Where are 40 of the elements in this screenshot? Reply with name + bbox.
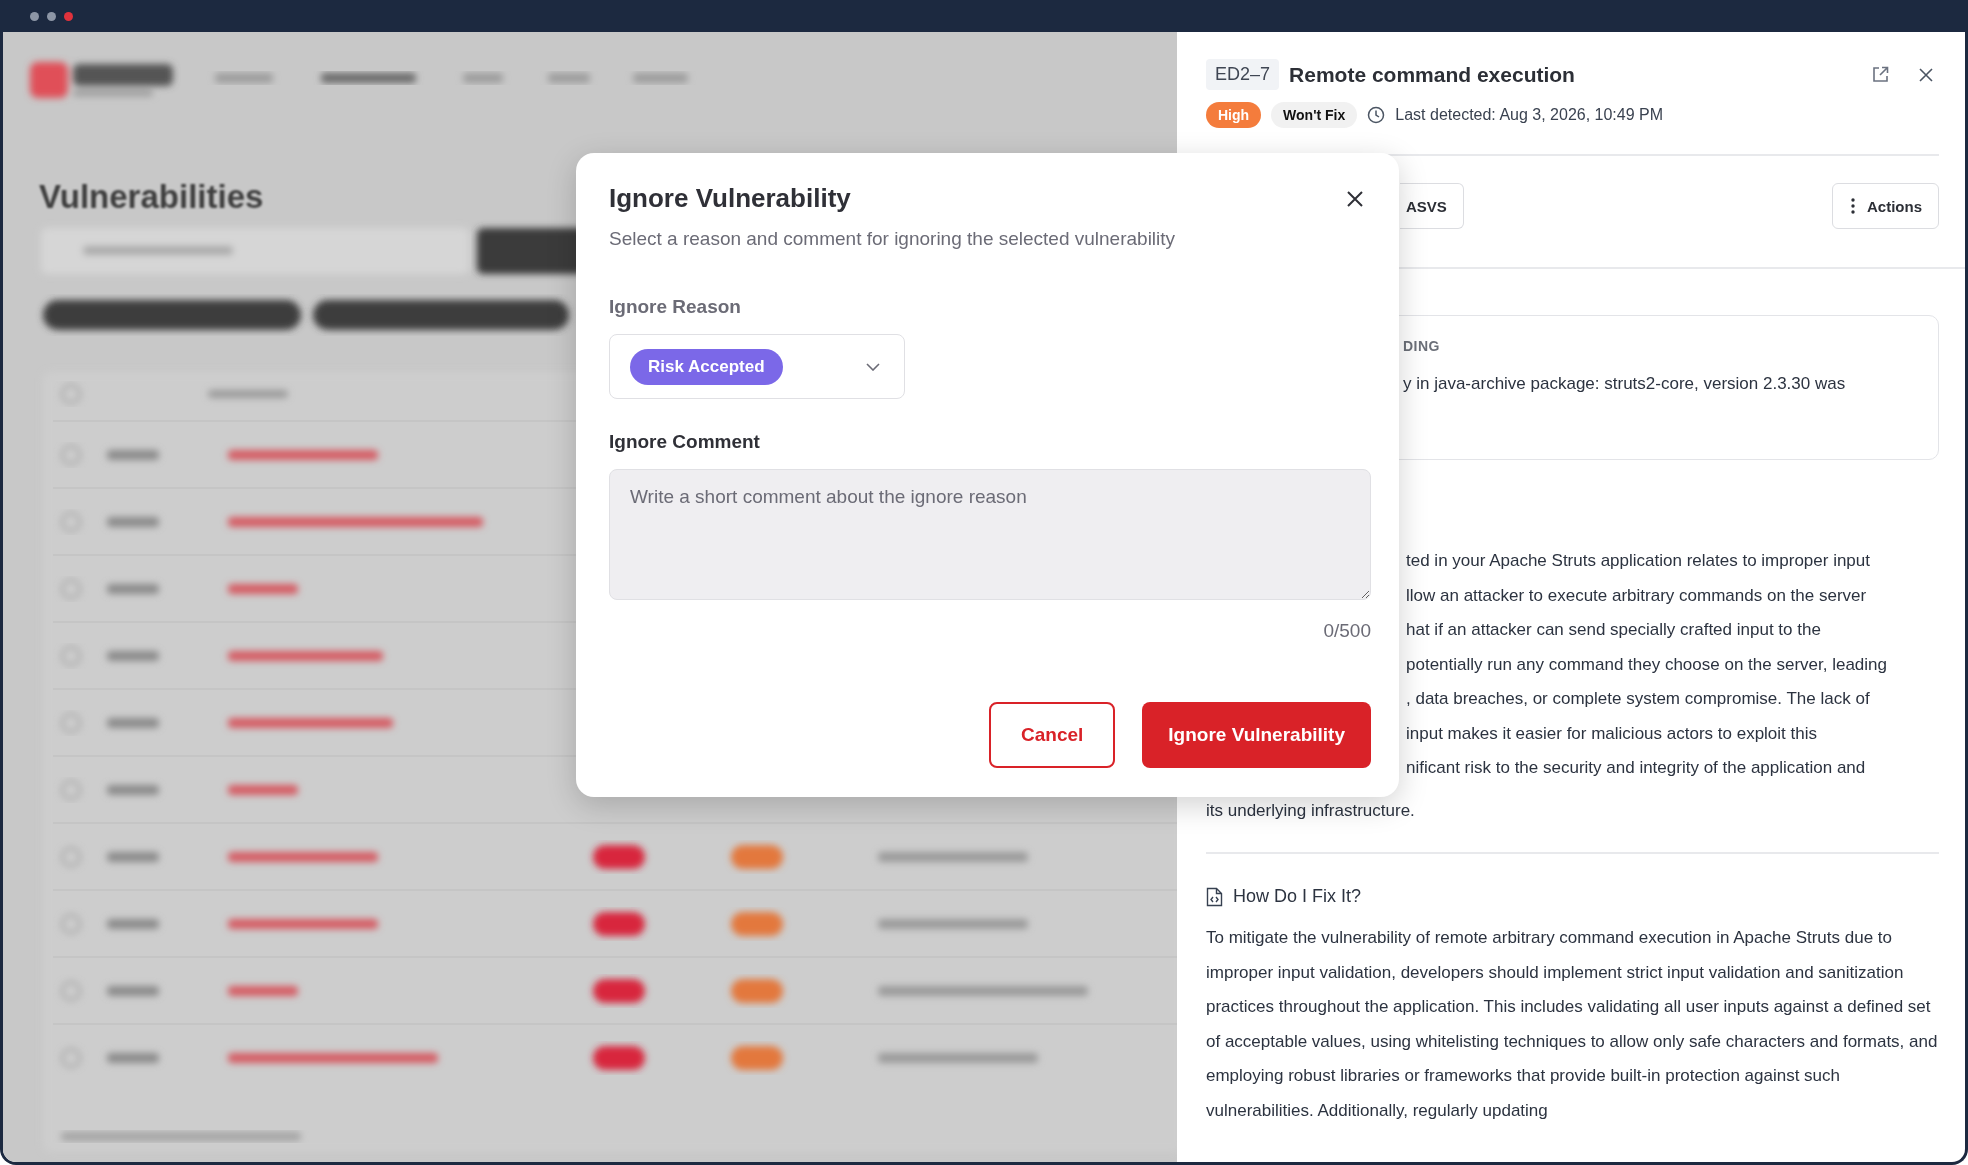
kebab-icon [1851, 198, 1855, 214]
field-label: Ignore Comment [609, 431, 761, 453]
finding-label: DING [1403, 338, 1441, 354]
description-line: input makes it easier for malicious actors to exploit this [1406, 722, 1817, 745]
fix-paragraph: To mitigate the vulnerability of remote arbitrary command execution in Apache Struts due to improper input validation, developers should implement strict input validation and sanitization practices throughout the application. This includes validating all user inputs against a defined set of acceptable values, using whitelisting techniques to allow only safe characters and formats, and employing robust libraries or frameworks that provide built-in protection against such vulnerabilities. Additionally, regularly updating [1206, 927, 1939, 1122]
page-title: Vulnerabilities [39, 178, 264, 216]
code-file-icon [1206, 886, 1223, 907]
close-icon[interactable] [1919, 67, 1933, 82]
external-link-icon[interactable] [1872, 66, 1889, 83]
description-line: its underlying infrastructure. [1206, 799, 1415, 822]
dialog-title: Ignore Vulnerability [609, 183, 851, 214]
status-badge: Won't Fix [1271, 102, 1358, 128]
description-line: , data breaches, or complete system compromise. The lack of [1406, 688, 1870, 710]
actions-button[interactable]: Actions [1832, 183, 1939, 229]
window-dot[interactable] [30, 11, 39, 21]
ignore-button[interactable]: Ignore Vulnerability [1142, 702, 1371, 768]
issue-id: ED2–7 [1206, 59, 1280, 90]
chevron-down-icon [866, 362, 880, 371]
description-line: potentially run any command they choose on the server, leading [1406, 653, 1887, 676]
finding-text: y in java-archive package: struts2-core, version 2.3.30 was [1403, 374, 1847, 394]
fix-heading: How Do I Fix It? [1233, 886, 1362, 907]
severity-badge: High [1206, 102, 1262, 128]
reason-chip: Risk Accepted [630, 348, 783, 385]
cancel-button[interactable]: Cancel [989, 702, 1116, 768]
clock-icon [1367, 106, 1386, 124]
close-icon[interactable] [1347, 190, 1363, 207]
asvs-tab[interactable]: ASVS [1400, 183, 1464, 229]
dialog-subtitle: Select a reason and comment for ignoring the selected vulnerability [609, 228, 1177, 250]
last-detected: Last detected: Aug 3, 2026, 10:49 PM [1395, 106, 1664, 124]
field-label: Ignore Reason [609, 296, 742, 318]
panel-title: Remote command execution [1289, 62, 1575, 87]
window-dot[interactable] [64, 11, 73, 21]
description-line: ted in your Apache Struts application relates to improper input [1406, 550, 1870, 572]
character-counter: 0/500 [1323, 620, 1371, 642]
description-line: llow an attacker to execute arbitrary commands on the server [1406, 584, 1867, 607]
window-dot[interactable] [47, 11, 56, 21]
comment-field[interactable]: Write a short comment about the ignore reason [609, 469, 1371, 600]
description-line: hat if an attacker can send specially crafted input to the [1406, 619, 1821, 641]
reason-select[interactable]: Risk Accepted [609, 334, 905, 399]
description-line: nificant risk to the security and integrity of the application and [1406, 757, 1866, 779]
